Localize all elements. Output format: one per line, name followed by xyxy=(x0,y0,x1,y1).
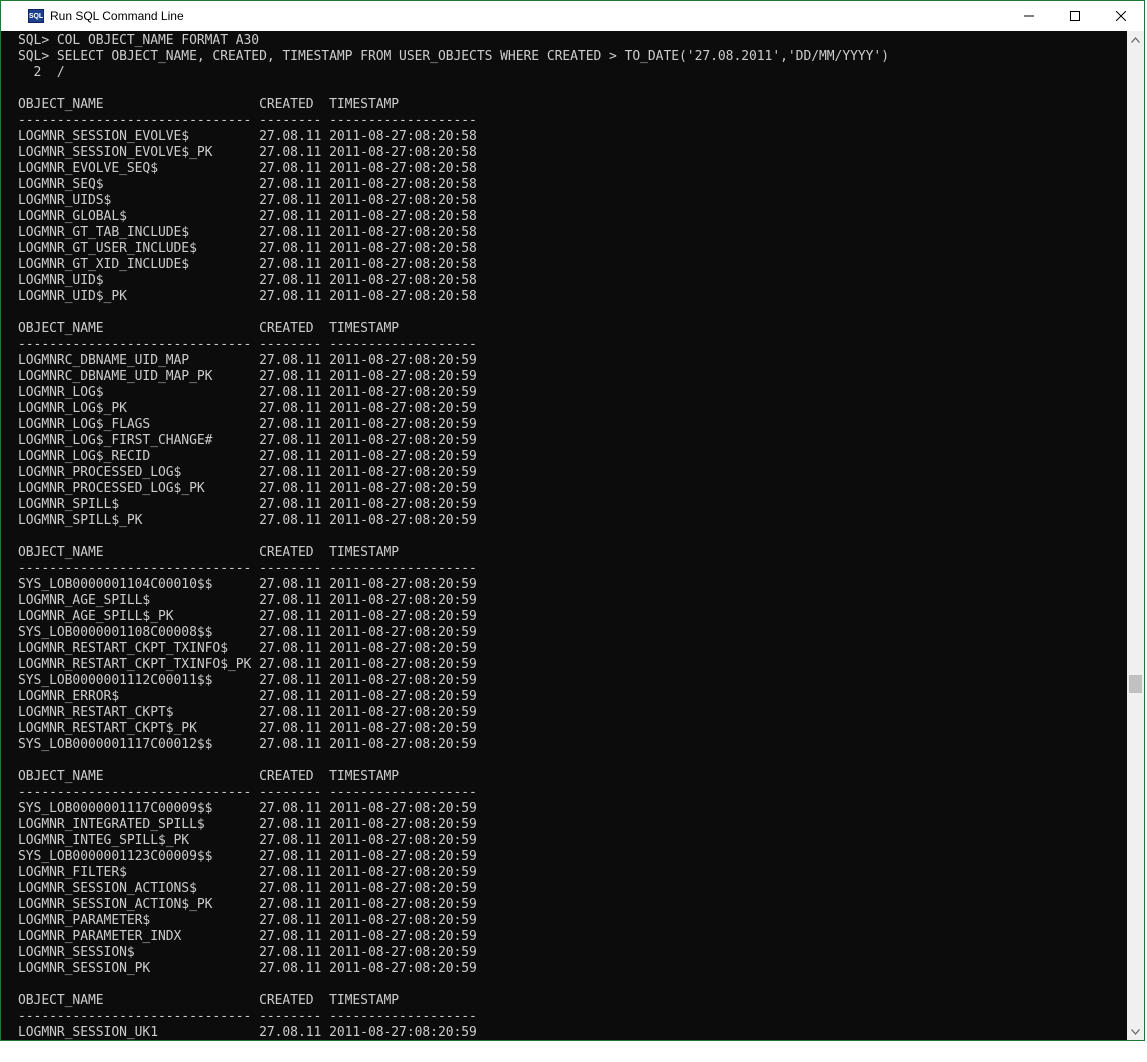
console-line: LOGMNR_LOG$_FIRST_CHANGE# 27.08.11 2011-… xyxy=(18,433,477,448)
console-line: ------------------------------ -------- … xyxy=(18,1009,477,1024)
scroll-down-arrow-icon xyxy=(1131,1028,1140,1035)
console-line: LOGMNR_INTEG_SPILL$_PK 27.08.11 2011-08-… xyxy=(18,833,477,848)
console-line: LOGMNR_RESTART_CKPT_TXINFO$ 27.08.11 201… xyxy=(18,641,477,656)
console-line: ------------------------------ -------- … xyxy=(18,561,477,576)
scroll-up-arrow-icon xyxy=(1131,36,1140,43)
console-line: LOGMNR_AGE_SPILL$ 27.08.11 2011-08-27:08… xyxy=(18,593,477,608)
console-line: ------------------------------ -------- … xyxy=(18,113,477,128)
vertical-scrollbar[interactable] xyxy=(1127,31,1144,1040)
console-line: LOGMNR_GT_USER_INCLUDE$ 27.08.11 2011-08… xyxy=(18,241,477,256)
minimize-button[interactable] xyxy=(1006,1,1052,31)
console-line: SYS_LOB0000001117C00012$$ 27.08.11 2011-… xyxy=(18,737,477,752)
maximize-button[interactable] xyxy=(1052,1,1098,31)
console-line: ------------------------------ -------- … xyxy=(18,337,477,352)
scroll-down-button[interactable] xyxy=(1127,1023,1144,1040)
console-line: LOGMNR_SESSION_EVOLVE$ 27.08.11 2011-08-… xyxy=(18,129,477,144)
console-line: LOGMNR_LOG$ 27.08.11 2011-08-27:08:20:59 xyxy=(18,385,477,400)
console-line: LOGMNR_SPILL$_PK 27.08.11 2011-08-27:08:… xyxy=(18,513,477,528)
console-line: LOGMNR_PARAMETER_INDX 27.08.11 2011-08-2… xyxy=(18,929,477,944)
console-line: LOGMNR_UID$_PK 27.08.11 2011-08-27:08:20… xyxy=(18,289,477,304)
console-line: LOGMNR_LOG$_FLAGS 27.08.11 2011-08-27:08… xyxy=(18,417,477,432)
close-icon xyxy=(1116,11,1126,21)
console-line: SYS_LOB0000001108C00008$$ 27.08.11 2011-… xyxy=(18,625,477,640)
console-line: LOGMNR_SPILL$ 27.08.11 2011-08-27:08:20:… xyxy=(18,497,477,512)
console-line: LOGMNR_RESTART_CKPT$_PK 27.08.11 2011-08… xyxy=(18,721,477,736)
console-line: LOGMNR_AGE_SPILL$_PK 27.08.11 2011-08-27… xyxy=(18,609,477,624)
sql-app-icon[interactable]: SQL xyxy=(28,9,44,23)
console-line: OBJECT_NAME CREATED TIMESTAMP xyxy=(18,545,400,560)
scroll-up-button[interactable] xyxy=(1127,31,1144,48)
console-line: LOGMNR_PROCESSED_LOG$_PK 27.08.11 2011-0… xyxy=(18,481,477,496)
console-line: LOGMNR_ERROR$ 27.08.11 2011-08-27:08:20:… xyxy=(18,689,477,704)
console-line: LOGMNR_GLOBAL$ 27.08.11 2011-08-27:08:20… xyxy=(18,209,477,224)
console-line: OBJECT_NAME CREATED TIMESTAMP xyxy=(18,97,400,112)
console-line: ------------------------------ -------- … xyxy=(18,785,477,800)
console-line: LOGMNR_SESSION_ACTION$_PK 27.08.11 2011-… xyxy=(18,897,477,912)
console-line: SQL> COL OBJECT_NAME FORMAT A30 xyxy=(18,33,260,48)
console-line: LOGMNR_SEQ$ 27.08.11 2011-08-27:08:20:58 xyxy=(18,177,477,192)
minimize-icon xyxy=(1024,15,1034,17)
console-line: OBJECT_NAME CREATED TIMESTAMP xyxy=(18,321,400,336)
console-line: LOGMNR_SESSION_PK 27.08.11 2011-08-27:08… xyxy=(18,961,477,976)
console-line: LOGMNRC_DBNAME_UID_MAP 27.08.11 2011-08-… xyxy=(18,353,477,368)
window-title: Run SQL Command Line xyxy=(50,9,184,23)
maximize-icon xyxy=(1070,11,1080,21)
console-line: OBJECT_NAME CREATED TIMESTAMP xyxy=(18,993,400,1008)
console-line: LOGMNR_UID$ 27.08.11 2011-08-27:08:20:58 xyxy=(18,273,477,288)
title-bar[interactable]: SQL Run SQL Command Line xyxy=(1,1,1144,31)
console-line: SQL> SELECT OBJECT_NAME, CREATED, TIMEST… xyxy=(18,49,889,64)
console-line: LOGMNR_SESSION_ACTIONS$ 27.08.11 2011-08… xyxy=(18,881,477,896)
scroll-thumb[interactable] xyxy=(1129,675,1142,693)
console-line: LOGMNR_RESTART_CKPT_TXINFO$_PK 27.08.11 … xyxy=(18,657,477,672)
console-line: SYS_LOB0000001112C00011$$ 27.08.11 2011-… xyxy=(18,673,477,688)
console-line: LOGMNR_SESSION$ 27.08.11 2011-08-27:08:2… xyxy=(18,945,477,960)
console-line: 2 / xyxy=(18,65,65,80)
console-line: LOGMNR_PARAMETER$ 27.08.11 2011-08-27:08… xyxy=(18,913,477,928)
console-output[interactable]: SQL> COL OBJECT_NAME FORMAT A30 SQL> SELE… xyxy=(1,31,1127,1040)
sql-command-line-window: SQL Run SQL Command Line SQL> COL OBJECT… xyxy=(0,0,1145,1041)
close-button[interactable] xyxy=(1098,1,1144,31)
console-line: SYS_LOB0000001117C00009$$ 27.08.11 2011-… xyxy=(18,801,477,816)
console-line: LOGMNRC_DBNAME_UID_MAP_PK 27.08.11 2011-… xyxy=(18,369,477,384)
console-line: SYS_LOB0000001104C00010$$ 27.08.11 2011-… xyxy=(18,577,477,592)
console-line: LOGMNR_LOG$_PK 27.08.11 2011-08-27:08:20… xyxy=(18,401,477,416)
console-line: LOGMNR_SESSION_EVOLVE$_PK 27.08.11 2011-… xyxy=(18,145,477,160)
console-line: LOGMNR_GT_XID_INCLUDE$ 27.08.11 2011-08-… xyxy=(18,257,477,272)
console-line: LOGMNR_EVOLVE_SEQ$ 27.08.11 2011-08-27:0… xyxy=(18,161,477,176)
console-line: LOGMNR_UIDS$ 27.08.11 2011-08-27:08:20:5… xyxy=(18,193,477,208)
console-line: SYS_LOB0000001123C00009$$ 27.08.11 2011-… xyxy=(18,849,477,864)
console-line: LOGMNR_RESTART_CKPT$ 27.08.11 2011-08-27… xyxy=(18,705,477,720)
console-line: LOGMNR_FILTER$ 27.08.11 2011-08-27:08:20… xyxy=(18,865,477,880)
console-line: LOGMNR_PROCESSED_LOG$ 27.08.11 2011-08-2… xyxy=(18,465,477,480)
console-line: LOGMNR_LOG$_RECID 27.08.11 2011-08-27:08… xyxy=(18,449,477,464)
console-line: LOGMNR_INTEGRATED_SPILL$ 27.08.11 2011-0… xyxy=(18,817,477,832)
console-line: LOGMNR_GT_TAB_INCLUDE$ 27.08.11 2011-08-… xyxy=(18,225,477,240)
console-line: LOGMNR_SESSION_UK1 27.08.11 2011-08-27:0… xyxy=(18,1025,477,1040)
console-line: OBJECT_NAME CREATED TIMESTAMP xyxy=(18,769,400,784)
